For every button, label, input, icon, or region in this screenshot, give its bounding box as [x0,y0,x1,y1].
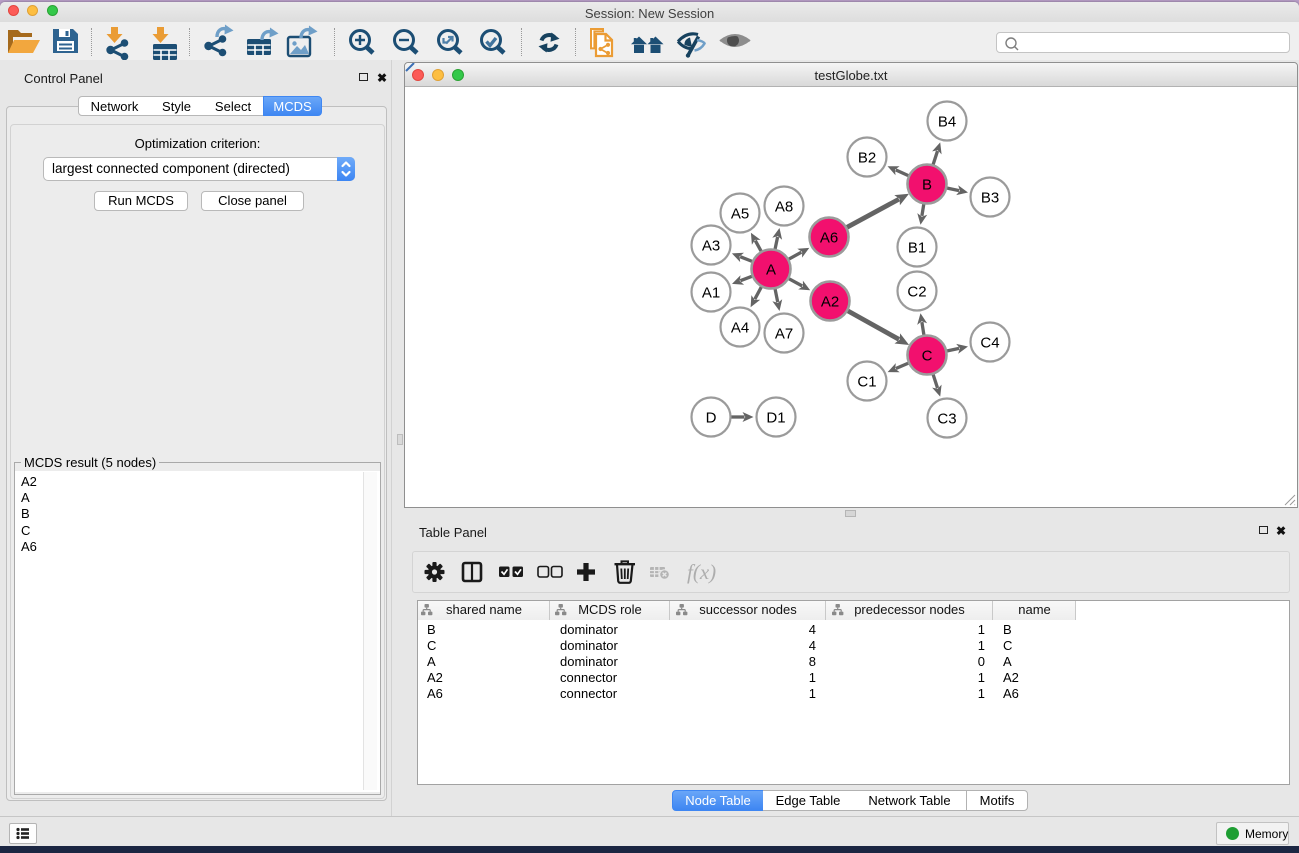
svg-text:C: C [922,347,933,364]
svg-text:D: D [706,409,717,426]
svg-text:A4: A4 [731,319,749,336]
svg-text:C1: C1 [857,373,876,390]
svg-text:C4: C4 [980,334,999,351]
svg-text:B: B [922,176,932,193]
svg-text:A8: A8 [775,198,793,215]
svg-text:C2: C2 [907,283,926,300]
svg-text:A6: A6 [820,229,838,246]
svg-text:C3: C3 [937,410,956,427]
svg-text:A: A [766,261,776,278]
svg-text:A5: A5 [731,205,749,222]
svg-text:A3: A3 [702,237,720,254]
svg-text:B1: B1 [908,239,926,256]
svg-text:B4: B4 [938,113,956,130]
svg-text:A1: A1 [702,284,720,301]
svg-text:f(x): f(x) [687,560,716,584]
svg-text:B2: B2 [858,149,876,166]
svg-text:A2: A2 [821,293,839,310]
svg-text:D1: D1 [766,409,785,426]
svg-text:A7: A7 [775,325,793,342]
svg-text:B3: B3 [981,189,999,206]
